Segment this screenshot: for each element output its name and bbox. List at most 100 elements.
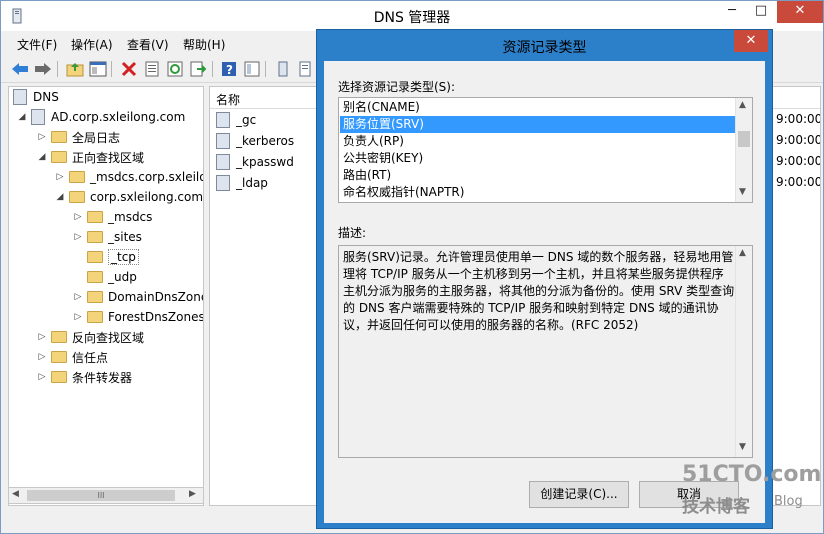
- folder-icon: [87, 211, 103, 223]
- tree-item-msdcs[interactable]: ▷ _msdcs: [73, 207, 153, 227]
- folder-icon: [51, 371, 67, 383]
- menu-help[interactable]: 帮助(H): [183, 36, 225, 53]
- list-item-label: _kpasswd: [236, 155, 294, 169]
- record-type-item[interactable]: 公共密钥(KEY): [340, 150, 736, 167]
- server-icon: [31, 109, 45, 125]
- show-hide-tree-icon[interactable]: [88, 59, 108, 79]
- tree-item-reverse-zones[interactable]: ▷ 反向查找区域: [37, 327, 144, 347]
- forward-icon[interactable]: [33, 59, 53, 79]
- collapsed-icon[interactable]: ▷: [37, 372, 47, 382]
- server-icon[interactable]: [273, 59, 293, 79]
- scroll-thumb[interactable]: [738, 131, 750, 147]
- list-icon[interactable]: [295, 59, 315, 79]
- help-icon[interactable]: ?: [219, 59, 239, 79]
- collapsed-icon[interactable]: ▷: [73, 292, 83, 302]
- list-item[interactable]: _gc: [216, 110, 256, 130]
- tree-item-global-logs[interactable]: ▷ 全局日志: [37, 127, 120, 147]
- list-item[interactable]: _kerberos: [216, 131, 294, 151]
- scroll-left-icon[interactable]: ◀: [12, 489, 19, 499]
- timestamp: 9:00:00: [776, 175, 821, 189]
- delete-icon[interactable]: [119, 59, 139, 79]
- tree-item-label: AD.corp.sxleilong.com: [51, 110, 186, 124]
- description-label: 描述:: [338, 226, 367, 240]
- scroll-right-icon[interactable]: ▶: [189, 489, 196, 499]
- collapsed-icon[interactable]: ▷: [73, 232, 83, 242]
- refresh-icon[interactable]: [165, 59, 185, 79]
- collapsed-icon[interactable]: ▷: [73, 212, 83, 222]
- record-type-item-selected[interactable]: 服务位置(SRV): [340, 116, 736, 133]
- back-icon[interactable]: [10, 59, 30, 79]
- create-record-button[interactable]: 创建记录(C)...: [529, 481, 629, 508]
- menu-file[interactable]: 文件(F): [17, 36, 57, 53]
- tree-item-label: 全局日志: [72, 130, 121, 145]
- record-type-listbox[interactable]: 别名(CNAME) 服务位置(SRV) 负责人(RP) 公共密钥(KEY) 路由…: [338, 97, 753, 203]
- collapsed-icon[interactable]: ▷: [37, 132, 47, 142]
- tree-item-dns[interactable]: DNS: [13, 87, 59, 107]
- tree-item-msdcs-zone[interactable]: ▷ _msdcs.corp.sxleilo: [55, 167, 203, 187]
- record-icon: [216, 112, 230, 128]
- expanded-icon[interactable]: ◢: [55, 192, 65, 202]
- record-list-scrollbar[interactable]: ▲ ▼: [735, 98, 752, 202]
- scroll-down-icon[interactable]: ▼: [739, 187, 746, 197]
- tree-item-server[interactable]: ◢ AD.corp.sxleilong.com: [17, 107, 185, 127]
- description-scrollbar[interactable]: ▲ ▼: [735, 246, 752, 457]
- record-icon: [216, 133, 230, 149]
- up-folder-icon[interactable]: [65, 59, 85, 79]
- record-icon: [216, 175, 230, 191]
- timestamp: 9:00:00: [776, 112, 821, 126]
- menu-action[interactable]: 操作(A): [71, 36, 113, 53]
- scroll-down-icon[interactable]: ▼: [739, 442, 746, 452]
- column-header-name[interactable]: 名称: [216, 91, 240, 108]
- tree-horizontal-scrollbar[interactable]: ◀ III ▶: [8, 487, 204, 504]
- list-item[interactable]: _ldap: [216, 173, 268, 193]
- expanded-icon[interactable]: ◢: [37, 152, 47, 162]
- list-item-label: _kerberos: [236, 134, 295, 148]
- maximize-button[interactable]: □: [747, 1, 775, 23]
- toolbar-separator: [57, 61, 58, 77]
- properties-icon[interactable]: [142, 59, 162, 79]
- collapsed-icon[interactable]: ▷: [73, 312, 83, 322]
- tree-item-sites[interactable]: ▷ _sites: [73, 227, 142, 247]
- scroll-up-icon[interactable]: ▲: [739, 248, 746, 258]
- record-type-item[interactable]: 别名(CNAME): [340, 99, 736, 116]
- tree-item-tcp[interactable]: _tcp: [73, 247, 139, 267]
- folder-icon: [51, 151, 67, 163]
- record-type-item[interactable]: 路由(RT): [340, 167, 736, 184]
- collapsed-icon[interactable]: ▷: [55, 172, 65, 182]
- description-text: 服务(SRV)记录。允许管理员使用单一 DNS 域的数个服务器，轻易地用管理将 …: [343, 250, 735, 332]
- scroll-up-icon[interactable]: ▲: [739, 100, 746, 110]
- zone-icon: [69, 191, 85, 203]
- folder-icon: [87, 311, 103, 323]
- timestamp: 9:00:00: [776, 154, 821, 168]
- list-item-label: _ldap: [236, 176, 268, 190]
- folder-icon: [87, 291, 103, 303]
- export-icon[interactable]: [188, 59, 208, 79]
- tree-item-label: _udp: [108, 270, 137, 284]
- tree-item-trust-points[interactable]: ▷ 信任点: [37, 347, 108, 367]
- view-icon[interactable]: [242, 59, 262, 79]
- toolbar-separator: [265, 61, 266, 77]
- tree-item-label: _msdcs: [108, 210, 153, 224]
- tree-item-udp[interactable]: _udp: [73, 267, 137, 287]
- close-window-button[interactable]: ✕: [777, 1, 823, 23]
- console-tree: DNS ◢ AD.corp.sxleilong.com ▷ 全局日志 ◢ 正向查…: [8, 86, 204, 506]
- dialog-close-button[interactable]: ✕: [734, 30, 768, 52]
- dialog-title: 资源记录类型: [502, 40, 587, 56]
- tree-item-corp-zone[interactable]: ◢ corp.sxleilong.com: [55, 187, 203, 207]
- menu-view[interactable]: 查看(V): [127, 36, 169, 53]
- zone-icon: [69, 171, 85, 183]
- scroll-thumb[interactable]: III: [27, 490, 175, 501]
- folder-icon: [87, 271, 103, 283]
- list-item[interactable]: _kpasswd: [216, 152, 294, 172]
- tree-item-forestdnszones[interactable]: ▷ ForestDnsZones: [73, 307, 203, 327]
- record-type-item[interactable]: 负责人(RP): [340, 133, 736, 150]
- expanded-icon[interactable]: ◢: [17, 112, 27, 122]
- record-type-item[interactable]: 命名权威指针(NAPTR): [340, 184, 736, 201]
- tree-item-forward-zones[interactable]: ◢ 正向查找区域: [37, 147, 144, 167]
- collapsed-icon[interactable]: ▷: [37, 352, 47, 362]
- collapsed-icon[interactable]: ▷: [37, 332, 47, 342]
- tree-item-label: DNS: [33, 90, 59, 104]
- tree-item-conditional-forwarders[interactable]: ▷ 条件转发器: [37, 367, 132, 387]
- minimize-button[interactable]: ─: [718, 1, 746, 23]
- tree-item-domaindnszones[interactable]: ▷ DomainDnsZone: [73, 287, 203, 307]
